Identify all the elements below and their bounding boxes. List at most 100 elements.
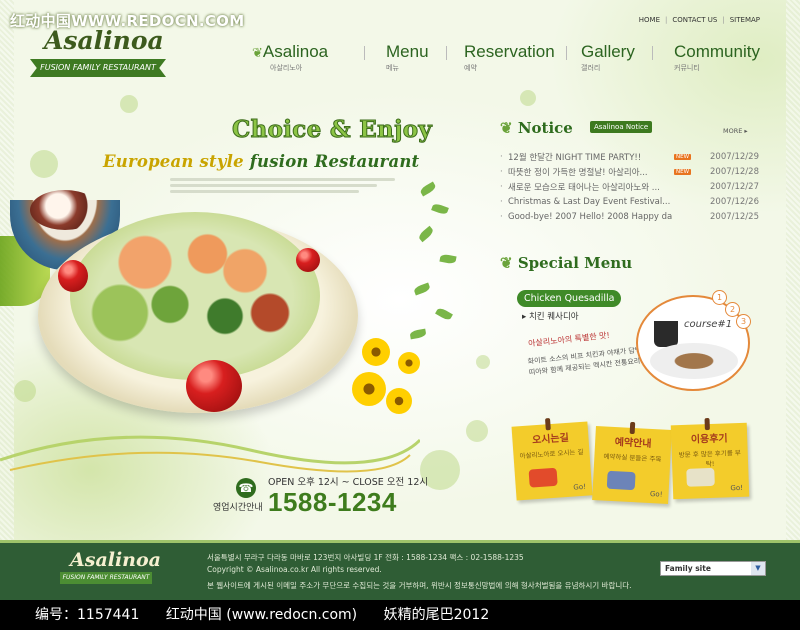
watermark-band: 编号：1157441 红动中国 (www.redocn.com) 妖精的尾巴20…: [0, 600, 800, 630]
special-handwritten-title: 아살리노아의 특별한 맛!: [527, 330, 611, 349]
notice-item[interactable]: · Christmas & Last Day Event Festival...…: [500, 194, 760, 209]
site-credit-text: 红动中国 (www.redocn.com): [165, 607, 358, 623]
tomato-image: [296, 248, 320, 272]
leaf-decor: [413, 282, 431, 296]
notice-item-text: Good-bye! 2007 Hello! 2008 Happy day...: [508, 211, 672, 222]
course-number-1[interactable]: 1: [712, 290, 727, 305]
footer-copyright: Copyright © Asalinoa.co.kr All rights re…: [207, 565, 382, 574]
nav-item-menu[interactable]: Menu 메뉴: [386, 42, 429, 73]
nav-separator: [652, 46, 653, 60]
nav-item-asalinoa[interactable]: ❦Asalinoa 아살리노아: [252, 42, 328, 73]
site-logo[interactable]: Asalinoa FUSION FAMILY RESTAURANT: [30, 26, 170, 82]
family-site-select[interactable]: Family site ▼: [660, 561, 766, 576]
dessert-image: [30, 190, 100, 230]
pin-icon: [704, 417, 710, 431]
note-go: Go!: [730, 483, 744, 493]
reservation-note[interactable]: 예약안내 예약하실 분들은 주목 Go!: [592, 421, 672, 504]
calendar-icon: [606, 470, 636, 491]
leaf-decor: [439, 253, 457, 265]
course-label: course#1: [684, 319, 733, 330]
phone-number[interactable]: 1588-1234: [268, 487, 397, 518]
course-number-3[interactable]: 3: [736, 314, 751, 329]
family-site-label: Family site: [665, 564, 711, 573]
opening-hours: OPEN 오후 12시 ~ CLOSE 오전 12시: [268, 477, 429, 488]
phone-icon: ☎: [236, 478, 256, 498]
sunflower-decor: [362, 338, 390, 366]
decor-bubble: [466, 420, 488, 442]
nav-separator: [446, 46, 447, 60]
car-icon: [528, 467, 558, 488]
contact-us-link[interactable]: CONTACT US: [672, 16, 717, 24]
hero-headline: Choice & Enjoy: [231, 116, 433, 144]
hero-fine-print: [170, 178, 395, 196]
notice-item[interactable]: · 새로운 모습으로 태어나는 아살리아노와 ... 2007/12/27: [500, 179, 760, 194]
note-go: Go!: [649, 489, 663, 499]
nav-sublabel: 예약: [464, 64, 477, 72]
notice-tab[interactable]: Asalinoa Notice: [590, 121, 653, 133]
swirl-decor: [0, 435, 420, 473]
new-badge: NEW: [674, 168, 692, 175]
sitemap-link[interactable]: SITEMAP: [730, 16, 760, 24]
notice-item[interactable]: · Good-bye! 2007 Hello! 2008 Happy day..…: [500, 209, 760, 224]
notice-item-date: 2007/12/26: [710, 196, 759, 207]
home-link[interactable]: HOME: [639, 16, 660, 24]
page-canvas: 红动中国WWW.REDOCN.COM Asalinoa FUSION FAMIL…: [0, 0, 800, 540]
right-pattern-frame: [786, 0, 800, 540]
footer-info: 서울특별시 무라구 다라동 마바로 123번지 아사빌딩 1F 전화 : 158…: [207, 552, 632, 592]
leaf-decor: [435, 306, 453, 322]
decor-bubble: [120, 95, 138, 113]
nav-label: Menu: [386, 42, 429, 61]
nav-separator: [566, 46, 567, 60]
notice-item-text: Christmas & Last Day Event Festival...: [508, 196, 671, 207]
sunflower-decor: [398, 352, 420, 374]
notice-title: ❦ Notice: [500, 119, 573, 137]
author-text: 妖精的尾巴2012: [383, 607, 490, 623]
notice-item-text: 따뜻한 정이 가득한 명절날! 아살리아...: [508, 167, 648, 178]
bullet-icon: ·: [500, 196, 503, 207]
leaf-decor: [431, 202, 449, 216]
note-title: 오시는길: [531, 432, 570, 447]
nav-item-reservation[interactable]: Reservation 예약: [464, 42, 555, 73]
nav-sublabel: 갤러리: [581, 64, 601, 72]
footer-tagline: FUSION FAMILY RESTAURANT: [60, 572, 152, 584]
nav-separator: [364, 46, 365, 60]
reviews-note[interactable]: 이용후기 방문 후 많은 후기를 부탁! Go!: [670, 417, 750, 500]
note-go: Go!: [573, 482, 587, 492]
decor-bubble: [476, 355, 490, 369]
leaf-icon: ❦: [252, 45, 263, 60]
chevron-down-icon: ▼: [751, 562, 765, 575]
logo-tagline: FUSION FAMILY RESTAURANT: [30, 59, 166, 77]
bullet-icon: ·: [500, 181, 503, 192]
notice-item-date: 2007/12/27: [710, 181, 759, 192]
directions-note[interactable]: 오시는길 아살리노아로 오시는 길 Go!: [511, 418, 593, 501]
note-subtitle: 방문 후 많은 후기를 부탁!: [678, 448, 741, 469]
note-title: 예약안내: [614, 437, 652, 450]
notice-item[interactable]: · 12월 한달간 NIGHT TIME PARTY!! NEW 2007/12…: [500, 149, 760, 164]
notice-more-link[interactable]: MORE ▸: [723, 127, 748, 135]
course-dish-image: [650, 343, 738, 379]
decor-bubble: [30, 150, 58, 178]
new-badge: NEW: [674, 153, 692, 160]
decor-bubble: [14, 380, 36, 402]
nav-item-community[interactable]: Community 커뮤니티: [674, 42, 760, 73]
notice-item-text: 12월 한달간 NIGHT TIME PARTY!!: [508, 152, 642, 163]
special-item-korean[interactable]: ▸ 치킨 퀘사디아: [522, 310, 579, 322]
decor-bubble: [520, 90, 536, 106]
hero-subheadline: European style fusion Restaurant: [103, 152, 420, 171]
tomato-image: [58, 260, 88, 292]
footer-address: 서울특별시 무라구 다라동 마바로 123번지 아사빌딩 1F 전화 : 158…: [207, 553, 524, 562]
nav-sublabel: 아살리노아: [270, 64, 303, 72]
utility-links: HOME | CONTACT US | SITEMAP: [639, 16, 760, 24]
notice-item-date: 2007/12/28: [710, 166, 759, 177]
bullet-icon: ·: [500, 211, 503, 222]
salad-image: [70, 212, 320, 380]
notice-item-text: 새로운 모습으로 태어나는 아살리아노와 ...: [508, 182, 660, 193]
main-nav: ❦Asalinoa 아살리노아 Menu 메뉴 Reservation 예약 G…: [252, 42, 772, 76]
nav-item-gallery[interactable]: Gallery 갤러리: [581, 42, 635, 73]
special-item-button[interactable]: Chicken Quesadilla: [517, 290, 622, 307]
notice-item-date: 2007/12/25: [710, 211, 759, 222]
notice-list: · 12월 한달간 NIGHT TIME PARTY!! NEW 2007/12…: [500, 149, 760, 224]
notice-item[interactable]: · 따뜻한 정이 가득한 명절날! 아살리아... NEW 2007/12/28: [500, 164, 760, 179]
footer-logo[interactable]: Asalinoa: [70, 549, 161, 571]
logo-name: Asalinoa: [44, 26, 164, 55]
